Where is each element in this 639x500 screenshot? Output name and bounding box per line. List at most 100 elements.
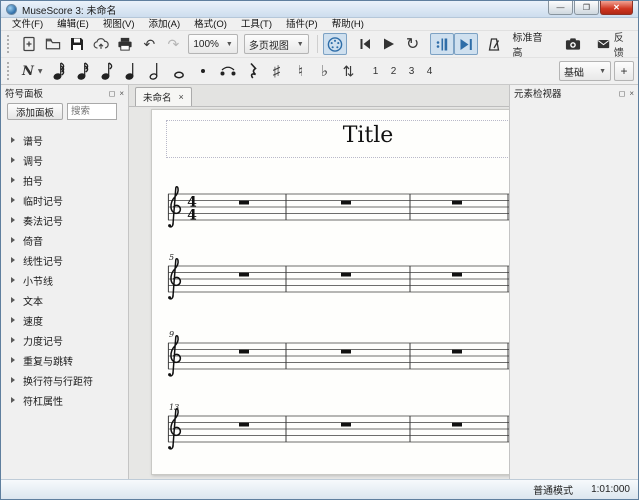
- float-panel-icon[interactable]: ◻: [109, 89, 116, 98]
- palette-item-0[interactable]: 谱号: [1, 130, 128, 150]
- title-frame[interactable]: Title: [166, 120, 509, 158]
- redo-button[interactable]: ↷: [161, 33, 185, 55]
- palette-item-9[interactable]: 速度: [1, 310, 128, 330]
- undo-button[interactable]: ↶: [137, 33, 161, 55]
- note-half-button[interactable]: [143, 60, 167, 82]
- midi-input-button[interactable]: [323, 33, 347, 55]
- expand-triangle-icon[interactable]: [11, 237, 15, 243]
- palette-item-10[interactable]: 力度记号: [1, 330, 128, 350]
- loop-playback-button[interactable]: ↻: [401, 33, 425, 55]
- palette-item-12[interactable]: 换行符与行距符: [1, 370, 128, 390]
- palette-item-1[interactable]: 调号: [1, 150, 128, 170]
- flip-direction-button[interactable]: ⇅: [337, 60, 361, 82]
- zoom-select[interactable]: 100% ▼: [188, 34, 238, 54]
- note-input-mode-button[interactable]: N ▼: [18, 60, 47, 82]
- score-view[interactable]: Title 44 5 9 13: [129, 107, 509, 479]
- score-system-4[interactable]: 13: [152, 402, 509, 458]
- play-button[interactable]: [377, 33, 401, 55]
- tab-close-icon[interactable]: ×: [179, 92, 184, 102]
- sharp-button[interactable]: ♯: [265, 60, 289, 82]
- palette-item-8[interactable]: 文本: [1, 290, 128, 310]
- expand-triangle-icon[interactable]: [11, 377, 15, 383]
- voice-2-button[interactable]: 2: [385, 60, 403, 82]
- toolbar-grip[interactable]: [7, 62, 13, 80]
- play-repeats-button[interactable]: [430, 33, 454, 55]
- augmentation-dot-button[interactable]: [191, 60, 215, 82]
- voice-1-button[interactable]: 1: [367, 60, 385, 82]
- rewind-button[interactable]: [353, 33, 377, 55]
- menu-item-7[interactable]: 帮助(H): [325, 18, 371, 31]
- score-system-3[interactable]: 9: [152, 329, 509, 385]
- new-score-button[interactable]: [17, 33, 41, 55]
- voice-3-button[interactable]: 3: [403, 60, 421, 82]
- expand-triangle-icon[interactable]: [11, 317, 15, 323]
- add-workspace-button[interactable]: +: [614, 61, 634, 81]
- rest-button[interactable]: [241, 60, 265, 82]
- inspector-panel-header[interactable]: 元素检视器 ◻ ×: [510, 85, 638, 101]
- open-button[interactable]: [41, 33, 65, 55]
- close-panel-icon[interactable]: ×: [119, 89, 124, 98]
- save-online-button[interactable]: [89, 33, 113, 55]
- palette-item-3[interactable]: 临时记号: [1, 190, 128, 210]
- print-button[interactable]: [113, 33, 137, 55]
- expand-triangle-icon[interactable]: [11, 357, 15, 363]
- palette-item-7[interactable]: 小节线: [1, 270, 128, 290]
- concert-pitch-button[interactable]: 标准音高: [506, 33, 553, 55]
- expand-triangle-icon[interactable]: [11, 277, 15, 283]
- maximize-icon: ❐: [583, 4, 590, 12]
- menu-item-4[interactable]: 格式(O): [187, 18, 234, 31]
- menu-item-5[interactable]: 工具(T): [234, 18, 279, 31]
- voice-4-button[interactable]: 4: [421, 60, 439, 82]
- expand-triangle-icon[interactable]: [11, 137, 15, 143]
- score-system-2[interactable]: 5: [152, 252, 509, 308]
- image-capture-button[interactable]: [561, 33, 585, 55]
- toolbar-grip[interactable]: [7, 35, 12, 53]
- close-panel-icon[interactable]: ×: [629, 89, 634, 98]
- feedback-button[interactable]: 反馈: [593, 33, 634, 55]
- note-eighth-button[interactable]: [95, 60, 119, 82]
- tab-untitled[interactable]: 未命名 ×: [135, 87, 192, 106]
- expand-triangle-icon[interactable]: [11, 297, 15, 303]
- menu-item-6[interactable]: 插件(P): [279, 18, 325, 31]
- palette-item-11[interactable]: 重复与跳转: [1, 350, 128, 370]
- tie-button[interactable]: [215, 60, 241, 82]
- expand-triangle-icon[interactable]: [11, 257, 15, 263]
- workspace-select[interactable]: 基础 ▼: [559, 61, 611, 81]
- note-32nd-button[interactable]: [47, 60, 71, 82]
- palette-item-4[interactable]: 奏法记号: [1, 210, 128, 230]
- menu-item-2[interactable]: 视图(V): [96, 18, 142, 31]
- note-16th-button[interactable]: [71, 60, 95, 82]
- save-button[interactable]: [65, 33, 89, 55]
- expand-triangle-icon[interactable]: [11, 337, 15, 343]
- note-whole-button[interactable]: [167, 60, 191, 82]
- close-button[interactable]: ✕: [600, 1, 633, 15]
- palette-item-6[interactable]: 线性记号: [1, 250, 128, 270]
- pan-score-button[interactable]: [454, 33, 478, 55]
- view-mode-select[interactable]: 多页视图 ▼: [244, 34, 309, 54]
- palette-item-5[interactable]: 倚音: [1, 230, 128, 250]
- expand-triangle-icon[interactable]: [11, 197, 15, 203]
- palette-search-input[interactable]: [67, 103, 117, 120]
- palette-item-2[interactable]: 拍号: [1, 170, 128, 190]
- metronome-button[interactable]: [482, 33, 506, 55]
- expand-triangle-icon[interactable]: [11, 397, 15, 403]
- score-system-1[interactable]: 44: [152, 180, 509, 236]
- maximize-button[interactable]: ❐: [574, 1, 599, 15]
- note-quarter-button[interactable]: [119, 60, 143, 82]
- palettes-panel-header[interactable]: 符号面板 ◻ ×: [1, 85, 128, 101]
- score-page[interactable]: Title 44 5 9 13: [151, 109, 509, 475]
- menu-item-1[interactable]: 编辑(E): [50, 18, 96, 31]
- natural-button[interactable]: ♮: [289, 60, 313, 82]
- palette-item-13[interactable]: 符杠属性: [1, 390, 128, 410]
- menu-item-0[interactable]: 文件(F): [5, 18, 50, 31]
- minimize-button[interactable]: —: [548, 1, 573, 15]
- float-panel-icon[interactable]: ◻: [619, 89, 626, 98]
- expand-triangle-icon[interactable]: [11, 217, 15, 223]
- expand-triangle-icon[interactable]: [11, 177, 15, 183]
- expand-triangle-icon[interactable]: [11, 157, 15, 163]
- flat-button[interactable]: ♭: [313, 60, 337, 82]
- score-title-text[interactable]: Title: [343, 121, 394, 151]
- menu-item-3[interactable]: 添加(A): [141, 18, 187, 31]
- add-palette-button[interactable]: 添加面板: [7, 103, 63, 120]
- title-bar[interactable]: MuseScore 3: 未命名 — ❐ ✕: [1, 1, 638, 18]
